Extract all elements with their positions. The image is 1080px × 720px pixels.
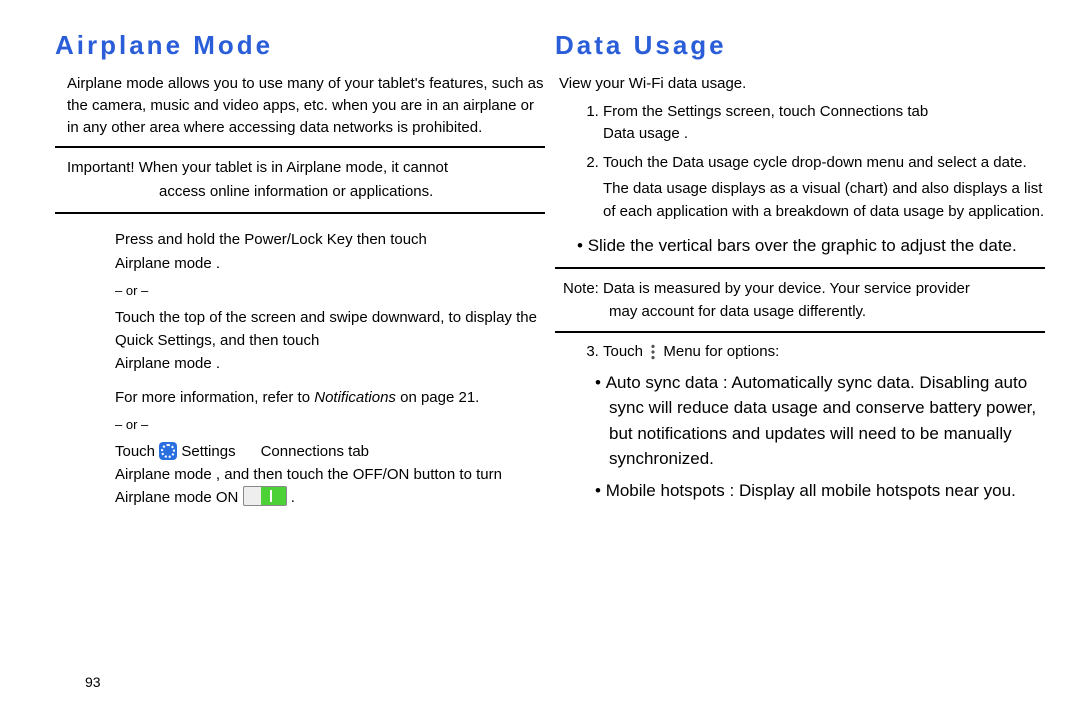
text: screen, touch bbox=[726, 103, 820, 120]
rule bbox=[555, 331, 1045, 333]
instruction-block-3: For more information, refer to Notificat… bbox=[55, 386, 545, 409]
slide-bars-bullet: Slide the vertical bars over the graphic… bbox=[555, 233, 1045, 259]
rule bbox=[555, 267, 1045, 269]
important-note: Important! When your tablet is in Airpla… bbox=[55, 156, 545, 204]
airplane-mode-label: Airplane mode bbox=[115, 255, 212, 272]
connections-label: Connections bbox=[261, 443, 344, 460]
note-label: Note: bbox=[563, 280, 603, 297]
settings-icon bbox=[159, 442, 177, 460]
text: . bbox=[216, 255, 220, 272]
important-text-l1: When your tablet is in Airplane mode, it… bbox=[139, 159, 448, 176]
text: For more information, refer to bbox=[115, 389, 314, 406]
left-column: Airplane Mode Airplane mode allows you t… bbox=[55, 30, 545, 510]
rule bbox=[55, 212, 545, 214]
menu-icon bbox=[650, 344, 656, 360]
auto-sync-label: Auto sync data bbox=[606, 373, 718, 392]
data-usage-intro: View your Wi-Fi data usage. bbox=[555, 73, 1045, 95]
text: Touch the bbox=[603, 154, 672, 171]
manual-page: Airplane Mode Airplane mode allows you t… bbox=[0, 0, 1080, 720]
step-2: Touch the Data usage cycle drop-down men… bbox=[603, 152, 1045, 224]
step-2-sub: The data usage displays as a visual (cha… bbox=[603, 178, 1045, 223]
step-1: From the Settings screen, touch Connecti… bbox=[603, 101, 1045, 146]
note-text-l1: Data is measured by your device. Your se… bbox=[603, 280, 970, 297]
text: . bbox=[291, 489, 295, 506]
instruction-block-2: Touch the top of the screen and swipe do… bbox=[55, 306, 545, 376]
settings-label: Settings bbox=[667, 103, 721, 120]
data-usage-label: Data usage bbox=[603, 125, 680, 142]
instruction-block-4: Touch Settings Connections tab Airplane … bbox=[55, 440, 545, 510]
airplane-mode-label: Airplane mode bbox=[115, 466, 212, 483]
power-lock-key-label: Power/Lock Key bbox=[244, 231, 352, 248]
rule bbox=[55, 146, 545, 148]
page-number: 93 bbox=[85, 674, 101, 690]
text: . bbox=[684, 125, 688, 142]
text: drop-down menu and select a date. bbox=[791, 154, 1026, 171]
mobile-hotspots-bullet: Mobile hotspots : Display all mobile hot… bbox=[555, 478, 1045, 504]
step-3: Touch Menu for options: bbox=[603, 341, 1045, 364]
important-text-l2: access online information or application… bbox=[67, 180, 545, 204]
notifications-ref: Notifications bbox=[314, 389, 396, 406]
text: Touch bbox=[115, 443, 159, 460]
airplane-mode-label: Airplane mode bbox=[115, 355, 212, 372]
settings-label: Settings bbox=[181, 443, 235, 460]
text: Press and hold the bbox=[115, 231, 244, 248]
text: tab bbox=[907, 103, 928, 120]
data-usage-cycle-label: Data usage cycle bbox=[672, 154, 787, 171]
or-separator: – or – bbox=[55, 283, 545, 298]
text: on page 21. bbox=[400, 389, 479, 406]
instruction-block-1: Press and hold the Power/Lock Key then t… bbox=[55, 228, 545, 275]
steps-list-cont: Touch Menu for options: bbox=[555, 341, 1045, 364]
off-on-label: OFF/ON bbox=[353, 466, 410, 483]
text: . bbox=[216, 355, 220, 372]
airplane-intro: Airplane mode allows you to use many of … bbox=[55, 73, 545, 138]
text: tab bbox=[348, 443, 369, 460]
text: From the bbox=[603, 103, 667, 120]
note-text-l2: may account for data usage differently. bbox=[563, 300, 1045, 323]
text: , and then touch the bbox=[216, 466, 353, 483]
right-column: Data Usage View your Wi-Fi data usage. F… bbox=[555, 30, 1045, 503]
connections-label: Connections bbox=[820, 103, 903, 120]
text: for options: bbox=[705, 343, 779, 360]
data-usage-heading: Data Usage bbox=[555, 30, 1045, 61]
auto-sync-bullet: Auto sync data : Automatically sync data… bbox=[555, 370, 1045, 472]
text: : Display all mobile hotspots near you. bbox=[730, 481, 1016, 500]
important-label: Important! bbox=[67, 159, 139, 176]
mobile-hotspots-label: Mobile hotspots bbox=[606, 481, 725, 500]
airplane-mode-heading: Airplane Mode bbox=[55, 30, 545, 61]
toggle-on-icon bbox=[243, 486, 287, 506]
text: Touch the top of the screen and swipe do… bbox=[115, 309, 537, 349]
text: Touch bbox=[603, 343, 647, 360]
or-separator: – or – bbox=[55, 417, 545, 432]
menu-label: Menu bbox=[663, 343, 701, 360]
note-block: Note: Data is measured by your device. Y… bbox=[555, 277, 1045, 324]
text: then touch bbox=[357, 231, 427, 248]
steps-list: From the Settings screen, touch Connecti… bbox=[555, 101, 1045, 224]
